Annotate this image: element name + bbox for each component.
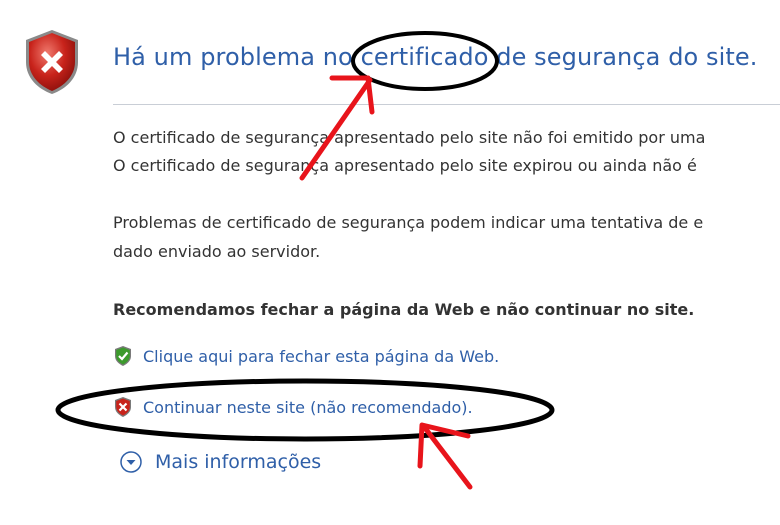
annotation-arrow-continue [417, 422, 473, 490]
close-page-link-label[interactable]: Clique aqui para fechar esta página da W… [143, 347, 499, 366]
continue-site-link[interactable]: Continuar neste site (não recomendado). [113, 396, 473, 418]
red-x-shield-icon [115, 397, 131, 417]
chevron-down-circle-icon [120, 451, 142, 473]
close-page-link[interactable]: Clique aqui para fechar esta página da W… [113, 345, 499, 367]
divider [113, 104, 780, 105]
continue-site-link-label[interactable]: Continuar neste site (não recomendado). [143, 398, 473, 417]
cert-issuer-text: O certificado de segurança apresentado p… [113, 128, 706, 147]
certificate-error-page: Há um problema no certificado de seguran… [0, 0, 780, 525]
cert-warning-text: Problemas de certificado de segurança po… [113, 213, 704, 232]
more-info-toggle[interactable]: Mais informações [120, 451, 321, 473]
page-title: Há um problema no certificado de seguran… [113, 43, 758, 71]
cert-warning-text-cont: dado enviado ao servidor. [113, 242, 321, 261]
more-info-label[interactable]: Mais informações [155, 451, 321, 473]
cert-expiry-text: O certificado de segurança apresentado p… [113, 156, 697, 175]
green-check-shield-icon [115, 346, 131, 366]
recommendation-text: Recomendamos fechar a página da Web e nã… [113, 300, 695, 319]
shield-error-icon [26, 30, 78, 94]
